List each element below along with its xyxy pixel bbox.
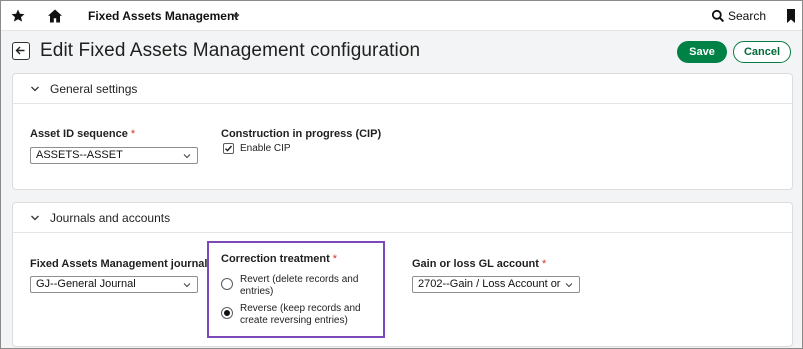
home-icon[interactable] — [47, 8, 63, 24]
correction-treatment-label: Correction treatment * — [221, 253, 337, 265]
asset-id-sequence-label: Asset ID sequence * — [30, 128, 135, 140]
correction-revert-label-line1: Revert (delete records and — [240, 274, 359, 285]
gain-loss-gl-value: 2702--Gain / Loss Account or — [418, 278, 561, 290]
correction-revert-radio[interactable] — [221, 278, 233, 290]
general-settings-header[interactable]: General settings — [13, 74, 792, 104]
app-title[interactable]: Fixed Assets Management — [88, 9, 238, 23]
gain-loss-gl-label-text: Gain or loss GL account — [412, 258, 539, 270]
chevron-down-icon — [183, 283, 191, 288]
page-title: Edit Fixed Assets Management configurati… — [40, 40, 421, 61]
correction-treatment-label-text: Correction treatment — [221, 253, 330, 265]
cancel-button[interactable]: Cancel — [733, 41, 791, 63]
enable-cip-label[interactable]: Enable CIP — [240, 143, 291, 154]
bookmark-icon[interactable] — [786, 9, 796, 23]
search-icon[interactable] — [711, 9, 725, 23]
cip-label: Construction in progress (CIP) — [221, 128, 382, 140]
chevron-down-icon — [565, 283, 573, 288]
fam-journal-value: GJ--General Journal — [36, 278, 136, 290]
required-mark: * — [541, 258, 547, 270]
arrow-left-icon — [15, 46, 25, 55]
asset-id-sequence-select[interactable]: ASSETS--ASSET — [30, 147, 198, 164]
required-mark: * — [130, 128, 136, 140]
chevron-down-icon[interactable] — [230, 10, 242, 22]
correction-reverse-radio[interactable] — [221, 307, 233, 319]
asset-id-sequence-value: ASSETS--ASSET — [36, 149, 123, 161]
back-button[interactable] — [12, 42, 30, 60]
gain-loss-gl-select[interactable]: 2702--Gain / Loss Account or — [412, 276, 580, 293]
top-bar: Fixed Assets Management Search — [1, 1, 802, 31]
star-icon[interactable] — [10, 8, 26, 24]
section-title: Journals and accounts — [50, 211, 171, 225]
gain-loss-gl-label: Gain or loss GL account * — [412, 258, 546, 270]
chevron-down-icon[interactable] — [30, 213, 40, 223]
search-label[interactable]: Search — [728, 9, 766, 23]
app-window: Fixed Assets Management Search Edit Fixe… — [1, 1, 802, 348]
journals-accounts-header[interactable]: Journals and accounts — [13, 203, 792, 233]
asset-id-sequence-label-text: Asset ID sequence — [30, 128, 128, 140]
chevron-down-icon[interactable] — [30, 84, 40, 94]
fam-journal-select[interactable]: GJ--General Journal — [30, 276, 198, 293]
checkmark-icon — [225, 145, 233, 152]
correction-reverse-label-line1: Reverse (keep records and — [240, 303, 361, 314]
correction-revert-label-line2: entries) — [240, 286, 274, 297]
correction-revert-label[interactable]: Revert (delete records and entries) — [240, 274, 390, 298]
save-button[interactable]: Save — [677, 41, 727, 63]
fam-journal-label: Fixed Assets Management journal — [30, 258, 208, 270]
required-mark: * — [332, 253, 338, 265]
chevron-down-icon — [183, 154, 191, 159]
enable-cip-checkbox[interactable] — [223, 143, 234, 154]
section-title: General settings — [50, 82, 138, 96]
correction-reverse-label-line2: create reversing entries) — [240, 315, 348, 326]
correction-reverse-label[interactable]: Reverse (keep records and create reversi… — [240, 303, 390, 327]
journals-accounts-section: Journals and accounts — [12, 202, 793, 347]
